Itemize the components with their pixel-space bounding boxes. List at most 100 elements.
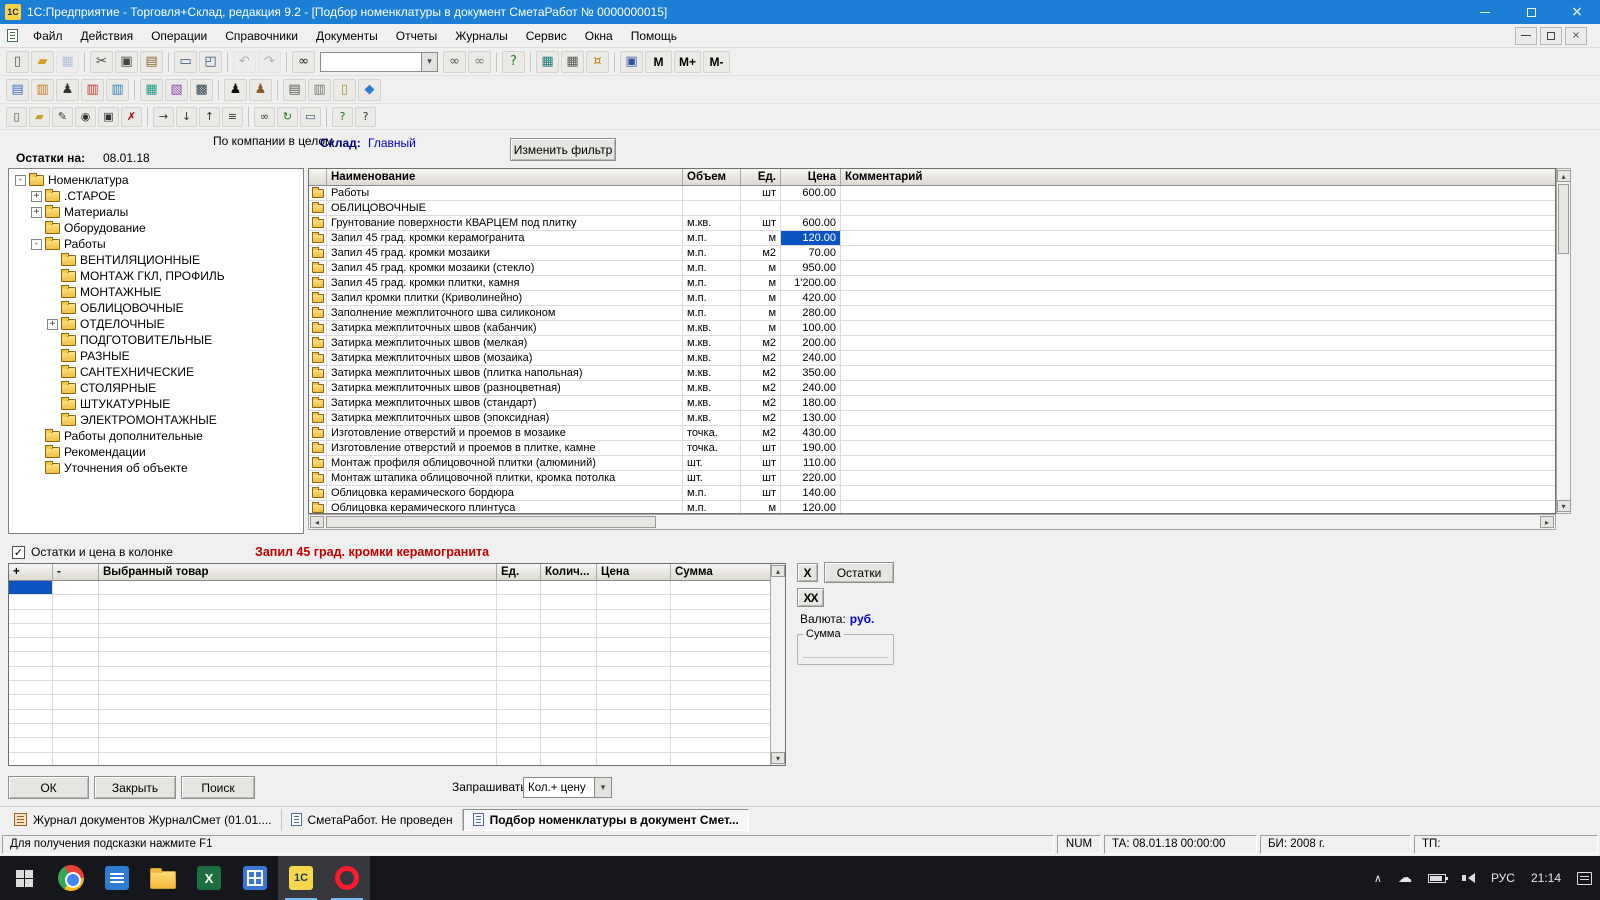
help-icon[interactable]: ? bbox=[502, 51, 525, 73]
table-row[interactable]: Затирка межплиточных швов (кабанчик)м.кв… bbox=[309, 321, 1555, 336]
mdi-minimize-button[interactable] bbox=[1515, 27, 1537, 45]
window-tab-1[interactable]: СметаРабот. Не проведен bbox=[282, 809, 463, 831]
copy-item-icon[interactable]: ▣ bbox=[98, 107, 119, 127]
language-indicator[interactable]: РУС bbox=[1483, 856, 1523, 900]
memory-subtract-button[interactable]: М- bbox=[703, 51, 730, 73]
paste-icon[interactable]: ▤ bbox=[140, 51, 163, 73]
level-up-icon[interactable]: ↑ bbox=[199, 107, 220, 127]
selection-row[interactable] bbox=[9, 738, 770, 752]
selection-scroll-down-icon[interactable]: ▾ bbox=[771, 752, 785, 764]
tree-item[interactable]: -Номенклатура bbox=[9, 172, 303, 188]
menu-item-Сервис[interactable]: Сервис bbox=[517, 25, 576, 47]
table-row[interactable]: Запил кромки плитки (Криволинейно)м.п.м4… bbox=[309, 291, 1555, 306]
warehouse-persons-icon[interactable]: ♟ bbox=[249, 79, 272, 101]
remains-column-checkbox[interactable]: ✓ bbox=[12, 546, 25, 559]
search-by-code-icon[interactable]: ∞ bbox=[254, 107, 275, 127]
menu-item-Отчеты[interactable]: Отчеты bbox=[387, 25, 446, 47]
battery-icon[interactable] bbox=[1420, 856, 1454, 900]
cash-register-icon[interactable]: ▤ bbox=[283, 79, 306, 101]
table-row[interactable]: Затирка межплиточных швов (разноцветная)… bbox=[309, 381, 1555, 396]
hidden-icons-chevron-icon[interactable]: ∧ bbox=[1366, 856, 1390, 900]
barcode-scanner-icon[interactable]: ▥ bbox=[308, 79, 331, 101]
selection-row[interactable] bbox=[9, 753, 770, 766]
1c-enterprise-taskbar-button[interactable]: 1С bbox=[278, 856, 324, 900]
undo-icon[interactable]: ↶ bbox=[233, 51, 256, 73]
ok-button[interactable]: ОК bbox=[8, 776, 89, 799]
selection-row[interactable] bbox=[9, 710, 770, 724]
search-button[interactable]: Поиск bbox=[181, 776, 255, 799]
menu-item-Документы[interactable]: Документы bbox=[307, 25, 387, 47]
start-button[interactable] bbox=[0, 856, 48, 900]
tree-item[interactable]: ПОДГОТОВИТЕЛЬНЫЕ bbox=[9, 332, 303, 348]
window-tab-0[interactable]: Журнал документов ЖурналСмет (01.01.... bbox=[5, 809, 282, 831]
minimize-button[interactable] bbox=[1462, 0, 1508, 24]
action-center-icon[interactable] bbox=[1569, 856, 1600, 900]
accounting-table-icon[interactable]: ▦ bbox=[536, 51, 559, 73]
tree-item[interactable]: Уточнения об объекте bbox=[9, 460, 303, 476]
items-header-ed[interactable]: Ед. bbox=[741, 169, 781, 185]
table-row[interactable]: ОБЛИЦОВОЧНЫЕ bbox=[309, 201, 1555, 216]
bank-documents-icon[interactable]: ▥ bbox=[106, 79, 129, 101]
tree-item[interactable]: Работы дополнительные bbox=[9, 428, 303, 444]
selection-row[interactable] bbox=[9, 595, 770, 609]
item-description-icon[interactable]: ? bbox=[332, 107, 353, 127]
menu-item-Журналы[interactable]: Журналы bbox=[446, 25, 516, 47]
menu-item-Действия[interactable]: Действия bbox=[72, 25, 143, 47]
mdi-restore-button[interactable] bbox=[1540, 27, 1562, 45]
sales-report-icon[interactable]: ▧ bbox=[165, 79, 188, 101]
table-row[interactable]: Запил 45 град. кромки мозаики (стекло)м.… bbox=[309, 261, 1555, 276]
table-settings-icon[interactable]: ▦ bbox=[561, 51, 584, 73]
opera-taskbar-button[interactable] bbox=[324, 856, 370, 900]
tree-item[interactable]: +Материалы bbox=[9, 204, 303, 220]
search-history-combo[interactable]: ▾ bbox=[320, 52, 438, 72]
close-form-button[interactable]: Закрыть bbox=[94, 776, 176, 799]
level-down-icon[interactable]: ↓ bbox=[176, 107, 197, 127]
table-row[interactable]: Монтаж штапика облицовочной плитки, кром… bbox=[309, 471, 1555, 486]
change-filter-button[interactable]: Изменить фильтр bbox=[510, 138, 616, 161]
document-journal-icon[interactable]: ▤ bbox=[6, 79, 29, 101]
horizontal-scroll-thumb[interactable] bbox=[326, 516, 656, 528]
table-row[interactable]: Затирка межплиточных швов (мелкая)м.кв.м… bbox=[309, 336, 1555, 351]
new-document-icon[interactable]: ▯ bbox=[6, 51, 29, 73]
open-file-icon[interactable]: ▰ bbox=[31, 51, 54, 73]
close-button[interactable]: × bbox=[1554, 0, 1600, 24]
tree-item[interactable]: ОБЛИЦОВОЧНЫЕ bbox=[9, 300, 303, 316]
tree-item[interactable]: МОНТАЖ ГКЛ, ПРОФИЛЬ bbox=[9, 268, 303, 284]
menu-item-Окна[interactable]: Окна bbox=[576, 25, 622, 47]
table-row[interactable]: Грунтование поверхности КВАРЦЕМ под плит… bbox=[309, 216, 1555, 231]
tree-item[interactable]: САНТЕХНИЧЕСКИЕ bbox=[9, 364, 303, 380]
selection-row[interactable] bbox=[9, 667, 770, 681]
ask-mode-dropdown[interactable]: Кол.+ цену ▾ bbox=[523, 777, 612, 798]
notepad-icon[interactable]: ▯ bbox=[333, 79, 356, 101]
selection-header-3[interactable]: Ед. bbox=[497, 564, 541, 580]
tree-item[interactable]: +.СТАРОЕ bbox=[9, 188, 303, 204]
mail-app-taskbar-button[interactable] bbox=[94, 856, 140, 900]
collapse-icon[interactable]: - bbox=[15, 175, 26, 186]
currency-rates-icon[interactable]: ¤ bbox=[586, 51, 609, 73]
selection-row[interactable] bbox=[9, 681, 770, 695]
table-row[interactable]: Облицовка керамического бордюрам.п.шт140… bbox=[309, 486, 1555, 501]
selection-header-2[interactable]: Выбранный товар bbox=[99, 564, 497, 580]
tree-item[interactable]: РАЗНЫЕ bbox=[9, 348, 303, 364]
hierarchy-list-icon[interactable]: ≡ bbox=[222, 107, 243, 127]
table-row[interactable]: Затирка межплиточных швов (плитка наполь… bbox=[309, 366, 1555, 381]
items-header-name[interactable]: Наименование bbox=[327, 169, 683, 185]
table-row[interactable]: Запил 45 град. кромки мозаиким.п.м270.00 bbox=[309, 246, 1555, 261]
scroll-right-icon[interactable]: ▸ bbox=[1540, 516, 1554, 528]
table-row[interactable]: Работышт600.00 bbox=[309, 186, 1555, 201]
remains-button[interactable]: Остатки bbox=[824, 562, 894, 583]
memory-add-button[interactable]: М+ bbox=[674, 51, 701, 73]
selection-header-0[interactable]: + bbox=[9, 564, 53, 580]
items-header-comment[interactable]: Комментарий bbox=[841, 169, 1555, 185]
scroll-left-icon[interactable]: ◂ bbox=[310, 516, 324, 528]
reference-nomenclature-icon[interactable]: ▥ bbox=[31, 79, 54, 101]
items-header-vol[interactable]: Объем bbox=[683, 169, 741, 185]
selection-vertical-scrollbar[interactable]: ▴ ▾ bbox=[770, 564, 785, 765]
selection-scroll-up-icon[interactable]: ▴ bbox=[771, 565, 785, 577]
context-help-icon[interactable]: ? bbox=[355, 107, 376, 127]
calculator-monitor-icon[interactable]: ▣ bbox=[620, 51, 643, 73]
table-row[interactable]: Затирка межплиточных швов (эпоксидная)м.… bbox=[309, 411, 1555, 426]
tree-item[interactable]: +ОТДЕЛОЧНЫЕ bbox=[9, 316, 303, 332]
table-row[interactable]: Затирка межплиточных швов (мозаика)м.кв.… bbox=[309, 351, 1555, 366]
calculator-taskbar-button[interactable] bbox=[232, 856, 278, 900]
